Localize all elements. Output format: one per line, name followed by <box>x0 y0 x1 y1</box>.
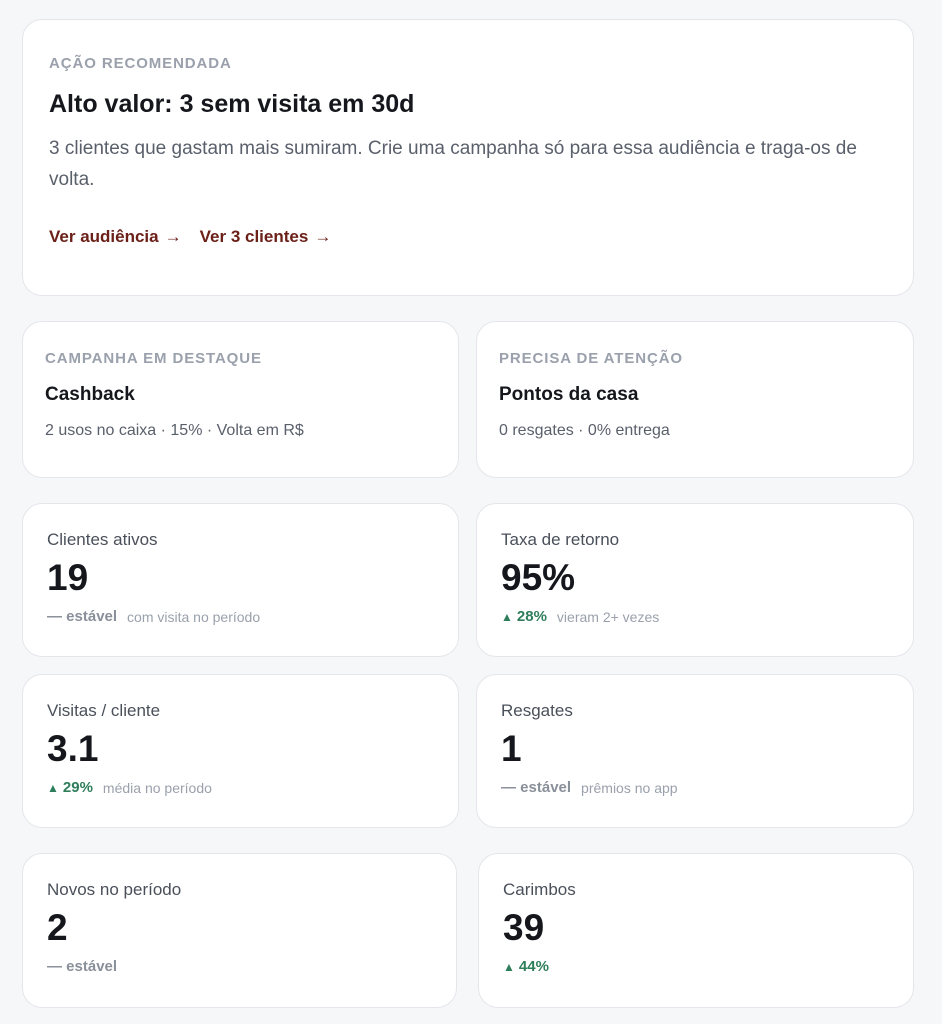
metric-subtitle: média no período <box>102 779 212 796</box>
metric-label: Visitas / cliente <box>47 701 161 720</box>
metric-subtitle: com visita no período <box>127 608 261 625</box>
metric-subtitle: prêmios no app <box>581 779 678 796</box>
metric-card-visits-per-client: Visitas / cliente 3.1 ▲ 29% média no per… <box>22 674 459 828</box>
metric-subtitle: vieram 2+ vezes <box>556 608 660 625</box>
metric-label: Clientes ativos <box>47 530 158 549</box>
recommended-description: 3 clientes que gastam mais sumiram. Crie… <box>49 138 857 190</box>
featured-campaign-eyebrow: CAMPANHA EM DESTAQUE <box>45 350 262 367</box>
metric-footer: ▲ 44% <box>503 958 889 975</box>
recommended-links: Ver audiência → Ver 3 clientes → <box>49 227 887 247</box>
metric-card-new-clients: Novos no período 2 — estável <box>22 853 457 1008</box>
trend-value: 29% <box>62 779 93 796</box>
needs-attention-meta: 0 resgates · 0% entrega <box>499 422 670 439</box>
view-clients-label: Ver 3 clientes <box>199 227 309 246</box>
metric-card-stamps: Carimbos 39 ▲ 44% <box>478 853 914 1008</box>
metric-value: 95% <box>501 557 576 598</box>
triangle-up-icon: ▲ <box>503 959 515 974</box>
metric-footer: ▲ 28% vieram 2+ vezes <box>501 608 889 625</box>
featured-campaign-card[interactable]: CAMPANHA EM DESTAQUE Cashback 2 usos no … <box>22 321 459 478</box>
metric-footer: ▲ 29% média no período <box>47 779 434 796</box>
metric-footer: — estável <box>47 958 432 975</box>
trend-indicator: ▲ 29% <box>47 779 93 796</box>
metric-label: Resgates <box>501 701 573 720</box>
view-clients-link[interactable]: Ver 3 clientes → <box>200 227 332 247</box>
metric-value: 19 <box>47 557 89 598</box>
triangle-up-icon: ▲ <box>47 780 59 795</box>
arrow-right-icon: → <box>164 227 182 246</box>
metric-card-active-clients: Clientes ativos 19 — estável com visita … <box>22 503 459 657</box>
triangle-up-icon: ▲ <box>501 609 513 624</box>
recommended-action-card: AÇÃO RECOMENDADA Alto valor: 3 sem visit… <box>22 19 914 296</box>
metric-footer: — estável com visita no período <box>47 608 434 625</box>
trend-indicator: ▲ 44% <box>503 958 549 975</box>
trend-indicator: — estável <box>47 608 118 625</box>
metric-value: 39 <box>503 907 545 948</box>
metric-card-return-rate: Taxa de retorno 95% ▲ 28% vieram 2+ veze… <box>476 503 914 657</box>
metric-label: Taxa de retorno <box>501 530 620 549</box>
metric-value: 3.1 <box>47 728 99 769</box>
recommended-eyebrow: AÇÃO RECOMENDADA <box>49 55 232 72</box>
trend-value: 44% <box>518 958 549 975</box>
trend-indicator: — estável <box>501 779 572 796</box>
arrow-right-icon: → <box>314 227 332 246</box>
trend-indicator: — estável <box>47 958 118 975</box>
featured-campaign-name: Cashback <box>45 384 135 405</box>
recommended-title: Alto valor: 3 sem visita em 30d <box>49 90 415 118</box>
featured-campaign-meta: 2 usos no caixa · 15% · Volta em R$ <box>45 422 304 439</box>
metric-card-redemptions: Resgates 1 — estável prêmios no app <box>476 674 914 828</box>
metric-label: Carimbos <box>503 880 576 899</box>
metric-value: 1 <box>501 728 522 769</box>
trend-value: 28% <box>516 608 547 625</box>
view-audience-label: Ver audiência <box>49 227 159 246</box>
needs-attention-card[interactable]: PRECISA DE ATENÇÃO Pontos da casa 0 resg… <box>476 321 914 478</box>
trend-indicator: ▲ 28% <box>501 608 547 625</box>
needs-attention-eyebrow: PRECISA DE ATENÇÃO <box>499 350 683 367</box>
metric-label: Novos no período <box>47 880 182 899</box>
metric-value: 2 <box>47 907 68 948</box>
metric-footer: — estável prêmios no app <box>501 779 889 796</box>
needs-attention-name: Pontos da casa <box>499 384 639 405</box>
view-audience-link[interactable]: Ver audiência → <box>49 227 182 247</box>
